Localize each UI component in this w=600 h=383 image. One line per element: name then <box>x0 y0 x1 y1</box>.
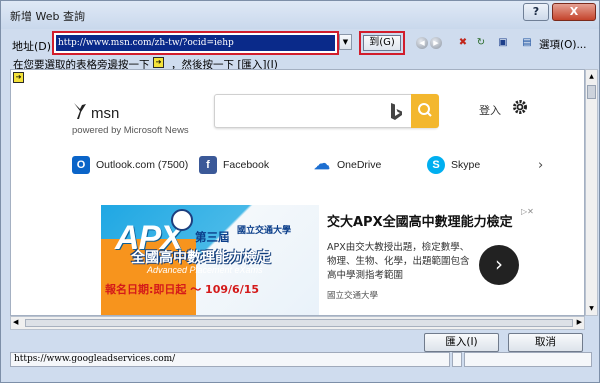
quick-link-label: OneDrive <box>337 159 382 171</box>
refresh-icon[interactable]: ↻ <box>475 37 487 49</box>
chevron-right-icon[interactable]: › <box>538 158 543 173</box>
cancel-button[interactable]: 取消 <box>508 333 583 352</box>
horizontal-scroll-thumb[interactable] <box>25 319 573 327</box>
help-button[interactable]: ? <box>523 3 549 21</box>
ad-image-line1: 全國高中數理能力檢定 <box>131 250 271 266</box>
search-input[interactable] <box>214 94 439 128</box>
hide-icons-icon[interactable]: ▣ <box>497 37 509 49</box>
university-seal-icon <box>171 209 193 231</box>
chevron-next-button[interactable]: › <box>479 245 519 285</box>
vertical-scrollbar[interactable]: ▲ ▼ <box>585 69 598 316</box>
ad-description: APX由交大教授出題，檢定數學、物理、生物、化學，出題範圍包含高中學測指考範圍 <box>327 242 470 281</box>
quick-link-label: Skype <box>451 159 481 171</box>
table-select-arrow-icon[interactable]: ➔ <box>13 72 24 83</box>
ad-choices-icon[interactable]: ▷✕ <box>521 207 535 219</box>
ad-image-univ: 國立交通大學 <box>237 226 292 236</box>
ad-title[interactable]: 交大APX全國高中數理能力檢定 <box>327 211 513 230</box>
msn-tagline: powered by Microsoft News <box>72 125 189 136</box>
msn-butterfly-icon <box>74 103 86 119</box>
import-button[interactable]: 匯入(I) <box>424 333 499 352</box>
back-icon[interactable]: ◀ <box>416 37 428 49</box>
msn-brand[interactable]: msn <box>91 105 119 122</box>
dialog-title: 新增 Web 查詢 <box>10 10 85 23</box>
horizontal-scrollbar[interactable]: ◀ ▶ <box>10 316 585 330</box>
ad-image-line3: 報名日期:即日起 ～ 109/6/15 <box>105 283 260 296</box>
onedrive-icon: ☁ <box>314 156 330 173</box>
ad-card[interactable]: APX 第三屆 國立交通大學 全國高中數理能力檢定 Advanced Place… <box>101 205 541 315</box>
web-page-view[interactable]: ➔ msn powered by Microsoft News 登入 O Out… <box>10 69 585 316</box>
scroll-down-icon[interactable]: ▼ <box>586 302 597 315</box>
status-bar-pane <box>452 352 462 367</box>
bing-icon <box>391 103 402 120</box>
address-highlight <box>52 31 339 55</box>
title-bar: 新增 Web 查詢 ? X <box>1 1 599 29</box>
save-query-icon[interactable]: ▤ <box>521 37 533 49</box>
scroll-left-icon[interactable]: ◀ <box>13 318 18 326</box>
address-input[interactable] <box>56 35 335 51</box>
go-button[interactable]: 到(G) <box>363 35 401 51</box>
new-web-query-dialog: 新增 Web 查詢 ? X 地址(D): ▼ 到(G) ◀ ▶ ✖ ↻ ▣ ▤ … <box>0 0 600 383</box>
search-button[interactable] <box>411 94 439 128</box>
search-icon <box>418 103 432 117</box>
address-dropdown-button[interactable]: ▼ <box>339 34 352 50</box>
ad-image-session: 第三屆 <box>195 230 230 244</box>
close-button[interactable]: X <box>552 3 596 21</box>
status-bar-url: https://www.googleadservices.com/ <box>10 352 450 367</box>
address-label: 地址(D): <box>12 40 55 53</box>
gear-icon[interactable] <box>511 98 529 116</box>
outlook-icon: O <box>72 156 90 174</box>
status-bar-pane <box>464 352 592 367</box>
quick-link-label: Facebook <box>223 159 270 171</box>
yellow-arrow-icon: ➔ <box>153 57 164 68</box>
go-highlight: 到(G) <box>359 31 405 55</box>
signin-link[interactable]: 登入 <box>479 102 501 118</box>
ad-source: 國立交通大學 <box>327 291 379 301</box>
ad-image-line2: Advanced Placement eXams <box>147 265 263 275</box>
forward-icon[interactable]: ▶ <box>430 37 442 49</box>
skype-icon: S <box>427 156 445 174</box>
scroll-right-icon[interactable]: ▶ <box>577 318 582 326</box>
vertical-scroll-thumb[interactable] <box>587 85 596 99</box>
stop-icon[interactable]: ✖ <box>457 37 469 49</box>
quick-link-label: Outlook.com (7500) <box>96 159 189 171</box>
facebook-icon: f <box>199 156 217 174</box>
scroll-up-icon[interactable]: ▲ <box>586 70 597 83</box>
ad-image[interactable]: APX 第三屆 國立交通大學 全國高中數理能力檢定 Advanced Place… <box>101 205 319 315</box>
options-button[interactable]: 選項(O)... <box>539 37 586 52</box>
